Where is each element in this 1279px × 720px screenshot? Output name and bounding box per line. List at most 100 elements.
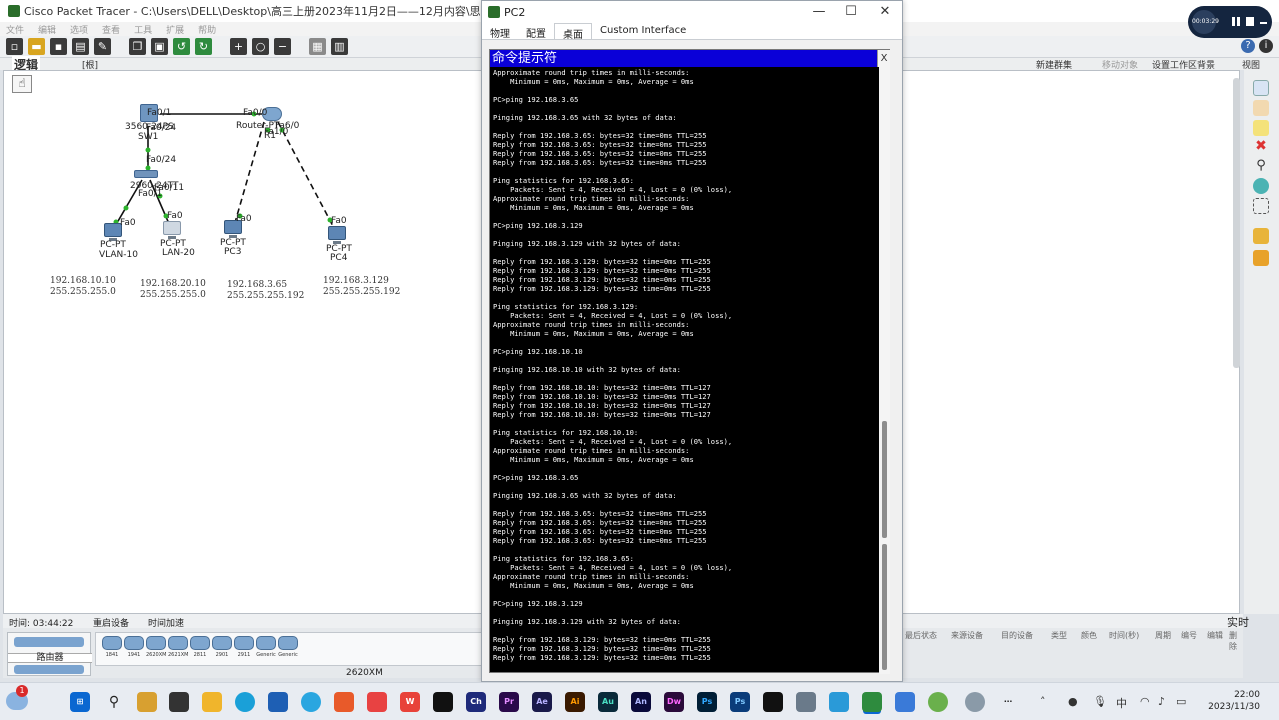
command-scrollbar[interactable] — [879, 67, 890, 674]
tab-physical[interactable]: 物理 — [482, 23, 518, 40]
router-model-tile[interactable]: 2911 — [234, 636, 254, 660]
photoshop-icon[interactable]: Ps — [730, 692, 750, 712]
packet-tracer-taskbar-icon[interactable] — [862, 692, 882, 712]
task-view-icon[interactable] — [169, 692, 189, 712]
place-note-icon[interactable] — [1253, 120, 1269, 136]
search-icon[interactable]: ⚲ — [104, 692, 124, 712]
add-simple-pdu-icon[interactable] — [1253, 228, 1269, 244]
after-effects-icon[interactable]: Ae — [532, 692, 552, 712]
animate-icon[interactable]: An — [631, 692, 651, 712]
select-tool-icon[interactable] — [1253, 80, 1269, 96]
file-explorer-icon[interactable] — [202, 692, 222, 712]
command-prompt[interactable]: 命令提示符 X Approximate round trip times in … — [489, 49, 890, 674]
minimize-icon[interactable] — [1260, 22, 1267, 24]
app-icon[interactable] — [433, 692, 453, 712]
adobe-character-icon[interactable]: Ch — [466, 692, 486, 712]
audition-icon[interactable]: Au — [598, 692, 618, 712]
screen-recorder-widget[interactable]: 00:03:29 — [1188, 6, 1272, 38]
router-model-tile[interactable]: 2621XM — [168, 636, 188, 660]
router-model-tile[interactable]: 1941 — [124, 636, 144, 660]
app-icon[interactable] — [895, 692, 915, 712]
scrollbar-thumb[interactable] — [882, 544, 887, 670]
stop-icon[interactable] — [1246, 17, 1254, 26]
command-output-line — [493, 86, 877, 95]
router-model-tile[interactable]: Generic — [256, 636, 276, 660]
device-model-label: Router-PT — [236, 121, 280, 131]
copilot-icon[interactable] — [137, 692, 157, 712]
app-icon[interactable] — [829, 692, 849, 712]
resize-shape-icon[interactable] — [1253, 198, 1269, 214]
tab-custom-interface[interactable]: Custom Interface — [592, 23, 694, 39]
ip-note: 192.168.20.10 255.255.255.0 — [140, 279, 206, 300]
router-model-tile[interactable]: 2620XM — [146, 636, 166, 660]
wifi-icon[interactable]: ◠ — [1140, 695, 1150, 708]
add-complex-pdu-icon[interactable] — [1253, 250, 1269, 266]
app-icon[interactable] — [763, 692, 783, 712]
app-icon[interactable] — [928, 692, 948, 712]
app-icon[interactable] — [796, 692, 816, 712]
draw-shape-icon[interactable] — [1253, 178, 1269, 194]
clock-date: 2023/11/30 — [1208, 702, 1260, 712]
help-icon[interactable]: ? — [1241, 39, 1255, 53]
minimize-button[interactable]: — — [808, 4, 830, 20]
command-output-line: Minimum = 0ms, Maximum = 0ms, Average = … — [493, 203, 694, 212]
zoom-icon[interactable]: ⚲ — [1253, 158, 1269, 174]
pc-icon[interactable] — [163, 221, 181, 239]
tray-app-icon[interactable]: ● — [1068, 695, 1078, 708]
device-subcategory-icons[interactable] — [14, 665, 84, 674]
command-output-line: PC>ping 192.168.3.129 — [493, 221, 583, 230]
pc-icon[interactable] — [328, 226, 346, 244]
battery-icon[interactable]: ▭ — [1176, 695, 1186, 708]
windows-taskbar: 1 ⊞ ⚲ W Ch Pr Ae Ai Au An Dw Ps Ps ⋯ ˄ ●… — [0, 682, 1279, 720]
command-output-line: Minimum = 0ms, Maximum = 0ms, Average = … — [493, 581, 694, 590]
wps-icon[interactable]: W — [400, 692, 420, 712]
scrollbar-thumb[interactable] — [882, 421, 887, 538]
command-output-line — [493, 545, 877, 554]
command-output[interactable]: Approximate round trip times in milli-se… — [493, 68, 877, 672]
edge-browser-icon[interactable] — [235, 692, 255, 712]
pause-icon[interactable] — [1232, 17, 1235, 26]
premiere-icon[interactable]: Pr — [499, 692, 519, 712]
tab-desktop[interactable]: 桌面 — [554, 23, 592, 41]
workspace-scrollbar[interactable] — [1233, 78, 1240, 368]
tab-config[interactable]: 配置 — [518, 23, 554, 40]
router-model-tile[interactable]: 2901 — [212, 636, 232, 660]
desktop: Cisco Packet Tracer - C:\Users\DELL\Desk… — [0, 0, 1279, 720]
device-category-icons[interactable] — [14, 637, 84, 647]
store-icon[interactable] — [268, 692, 288, 712]
device-name-label: LAN-20 — [162, 248, 195, 258]
command-output-line — [493, 167, 877, 176]
command-output-line: Reply from 192.168.3.129: bytes=32 time=… — [493, 266, 711, 275]
start-button-icon[interactable]: ⊞ — [70, 692, 90, 712]
switch-icon[interactable] — [134, 170, 158, 178]
more-apps-icon[interactable]: ⋯ — [998, 692, 1018, 712]
pc2-title-bar: PC2 — [482, 1, 902, 23]
pdu-column: 颜色 — [1081, 631, 1097, 640]
app-icon[interactable] — [367, 692, 387, 712]
command-output-line: Ping statistics for 192.168.10.10: — [493, 428, 639, 437]
delete-icon[interactable]: ✖ — [1253, 138, 1269, 154]
volume-icon[interactable]: ♪ — [1158, 695, 1165, 708]
command-output-line: Ping statistics for 192.168.3.65: — [493, 554, 634, 563]
ime-indicator[interactable]: 中 — [1116, 695, 1127, 711]
command-output-line — [493, 293, 877, 302]
maximize-button[interactable]: ☐ — [840, 4, 862, 20]
microphone-icon[interactable]: 🎙 — [1093, 695, 1107, 708]
command-prompt-close-button[interactable]: X — [877, 50, 890, 67]
tray-overflow-icon[interactable]: ˄ — [1040, 695, 1046, 708]
app-icon[interactable] — [334, 692, 354, 712]
device-type-label: PC-PT — [100, 240, 126, 250]
illustrator-icon[interactable]: Ai — [565, 692, 585, 712]
app-icon[interactable] — [965, 692, 985, 712]
pdu-column: 删除 — [1229, 631, 1237, 651]
router-model-tile[interactable]: Generic — [278, 636, 298, 660]
router-model-tile[interactable]: 2811 — [190, 636, 210, 660]
system-clock[interactable]: 22:00 2023/11/30 — [1196, 689, 1260, 713]
photoshop-icon[interactable]: Ps — [697, 692, 717, 712]
qq-icon[interactable] — [301, 692, 321, 712]
info-icon[interactable]: i — [1259, 39, 1273, 53]
router-model-tile[interactable]: 1841 — [102, 636, 122, 660]
close-button[interactable]: ✕ — [874, 4, 896, 20]
dreamweaver-icon[interactable]: Dw — [664, 692, 684, 712]
inspect-tool-icon[interactable] — [1253, 100, 1269, 116]
